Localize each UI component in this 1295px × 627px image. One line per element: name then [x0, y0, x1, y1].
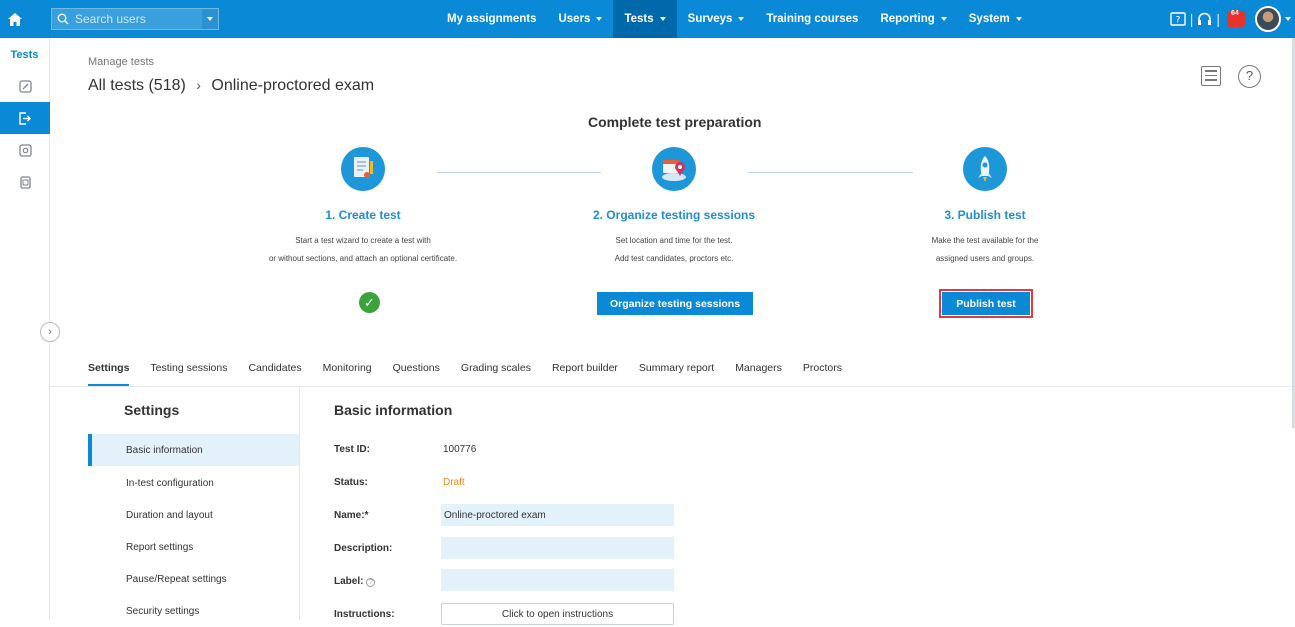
- step-3-description: Make the test available for the assigned …: [931, 236, 1039, 263]
- exit-icon: [19, 111, 31, 125]
- chevron-down-icon[interactable]: [1285, 17, 1291, 21]
- sidebar-item-edit[interactable]: [0, 70, 50, 102]
- nav-my-assignments[interactable]: My assignments: [436, 0, 547, 38]
- separator: |: [1189, 11, 1194, 27]
- tab-proctors[interactable]: Proctors: [803, 362, 842, 386]
- breadcrumb: All tests (518) › Online-proctored exam: [88, 77, 374, 95]
- notification-count: 64: [1229, 10, 1241, 17]
- search-dropdown-button[interactable]: [202, 9, 218, 29]
- search-placeholder: Search users: [75, 12, 146, 26]
- step-1-title: 1. Create test: [325, 208, 401, 222]
- nav-system[interactable]: System: [958, 0, 1033, 38]
- help-icon[interactable]: ?: [1238, 65, 1261, 88]
- chevron-right-icon: ›: [48, 326, 52, 338]
- rocket-icon: [963, 147, 1007, 191]
- name-label: Name:*: [334, 510, 369, 521]
- tab-managers[interactable]: Managers: [735, 362, 782, 386]
- svg-text:?: ?: [1175, 16, 1180, 26]
- chevron-down-icon: [659, 17, 666, 21]
- sidebar-item-exit[interactable]: [0, 102, 50, 134]
- tab-report-builder[interactable]: Report builder: [552, 362, 618, 386]
- settings-item-pause-repeat[interactable]: Pause/Repeat settings: [88, 563, 299, 595]
- instructions-label: Instructions:: [334, 609, 395, 620]
- settings-item-in-test-configuration[interactable]: In-test configuration: [88, 467, 299, 499]
- menu-icon[interactable]: [1201, 66, 1221, 86]
- sidebar-item-settings[interactable]: [0, 134, 50, 166]
- settings-icon: [18, 143, 32, 157]
- nav-tests[interactable]: Tests: [613, 0, 677, 38]
- top-navigation-bar: Search users My assignments Users Tests …: [0, 0, 1295, 38]
- settings-item-basic-information[interactable]: Basic information: [88, 434, 299, 466]
- tab-grading-scales[interactable]: Grading scales: [461, 362, 531, 386]
- step-publish-test: 3. Publish test Make the test available …: [855, 147, 1115, 268]
- chevron-down-icon: [207, 17, 213, 21]
- preparation-title: Complete test preparation: [588, 114, 762, 130]
- home-button[interactable]: [0, 0, 30, 38]
- notification-icon[interactable]: 64: [1227, 10, 1245, 27]
- step-2-description: Set location and time for the test. Add t…: [614, 236, 734, 263]
- home-icon: [8, 12, 22, 26]
- step-1-description: Start a test wizard to create a test wit…: [268, 236, 458, 263]
- description-field[interactable]: [441, 537, 674, 559]
- search-icon: [57, 13, 69, 25]
- step-create-test: 1. Create test Start a test wizard to cr…: [233, 147, 493, 268]
- label-field[interactable]: [441, 569, 674, 591]
- sidebar-item-document[interactable]: [0, 166, 50, 198]
- headset-icon[interactable]: [1197, 12, 1212, 26]
- nav-reporting[interactable]: Reporting: [869, 0, 957, 38]
- tab-questions[interactable]: Questions: [393, 362, 440, 386]
- test-tabs: Settings Testing sessions Candidates Mon…: [88, 362, 863, 386]
- search-users-input[interactable]: Search users: [51, 8, 219, 30]
- test-id-value: 100776: [443, 444, 477, 455]
- nav-training-courses[interactable]: Training courses: [755, 0, 869, 38]
- breadcrumb-current: Online-proctored exam: [211, 77, 375, 94]
- chevron-down-icon: [596, 17, 603, 21]
- separator: |: [1216, 11, 1220, 27]
- sidebar-expand-button[interactable]: ›: [40, 322, 60, 342]
- step-organize-sessions: 2. Organize testing sessions Set locatio…: [544, 147, 804, 268]
- description-label: Description:: [334, 543, 393, 554]
- test-id-label: Test ID:: [334, 444, 370, 455]
- topbar-right-tools: ? | | 64: [1167, 0, 1295, 38]
- nav-surveys[interactable]: Surveys: [677, 0, 756, 38]
- step-3-title: 3. Publish test: [944, 208, 1026, 222]
- status-value: Draft: [443, 477, 465, 488]
- edit-icon: [18, 79, 32, 93]
- book-icon[interactable]: ?: [1170, 12, 1186, 26]
- settings-item-report-settings[interactable]: Report settings: [88, 531, 299, 563]
- chevron-down-icon: [1015, 17, 1022, 21]
- chevron-down-icon: [738, 17, 745, 21]
- organize-testing-sessions-button[interactable]: Organize testing sessions: [597, 292, 753, 315]
- tab-testing-sessions[interactable]: Testing sessions: [150, 362, 227, 386]
- chevron-down-icon: [940, 17, 947, 21]
- tab-settings[interactable]: Settings: [88, 362, 130, 386]
- status-label: Status:: [334, 477, 368, 488]
- document-icon: [19, 175, 31, 189]
- help-icon[interactable]: ?: [366, 578, 376, 587]
- calendar-location-icon: [652, 147, 696, 191]
- tab-monitoring[interactable]: Monitoring: [323, 362, 372, 386]
- open-instructions-button[interactable]: Click to open instructions: [441, 603, 674, 625]
- avatar[interactable]: [1255, 6, 1281, 32]
- breadcrumb-separator: ›: [196, 77, 201, 93]
- basic-information-title: Basic information: [334, 402, 453, 418]
- tab-candidates[interactable]: Candidates: [248, 362, 301, 386]
- page-subtitle: Manage tests: [88, 56, 155, 68]
- nav-users[interactable]: Users: [547, 0, 613, 38]
- tab-summary-report[interactable]: Summary report: [639, 362, 714, 386]
- publish-test-button[interactable]: Publish test: [939, 289, 1033, 318]
- settings-item-duration-and-layout[interactable]: Duration and layout: [88, 499, 299, 531]
- breadcrumb-all-tests[interactable]: All tests (518): [88, 77, 186, 94]
- certificate-icon: [341, 147, 385, 191]
- main-nav: My assignments Users Tests Surveys Train…: [436, 0, 1033, 38]
- label-label: Label:?: [334, 576, 376, 587]
- sidebar-title: Tests: [10, 49, 39, 61]
- step-2-title: 2. Organize testing sessions: [592, 208, 756, 222]
- name-field[interactable]: Online-proctored exam: [441, 504, 674, 526]
- check-icon: ✓: [359, 292, 380, 313]
- settings-item-security[interactable]: Security settings: [88, 595, 299, 627]
- settings-title: Settings: [124, 402, 180, 418]
